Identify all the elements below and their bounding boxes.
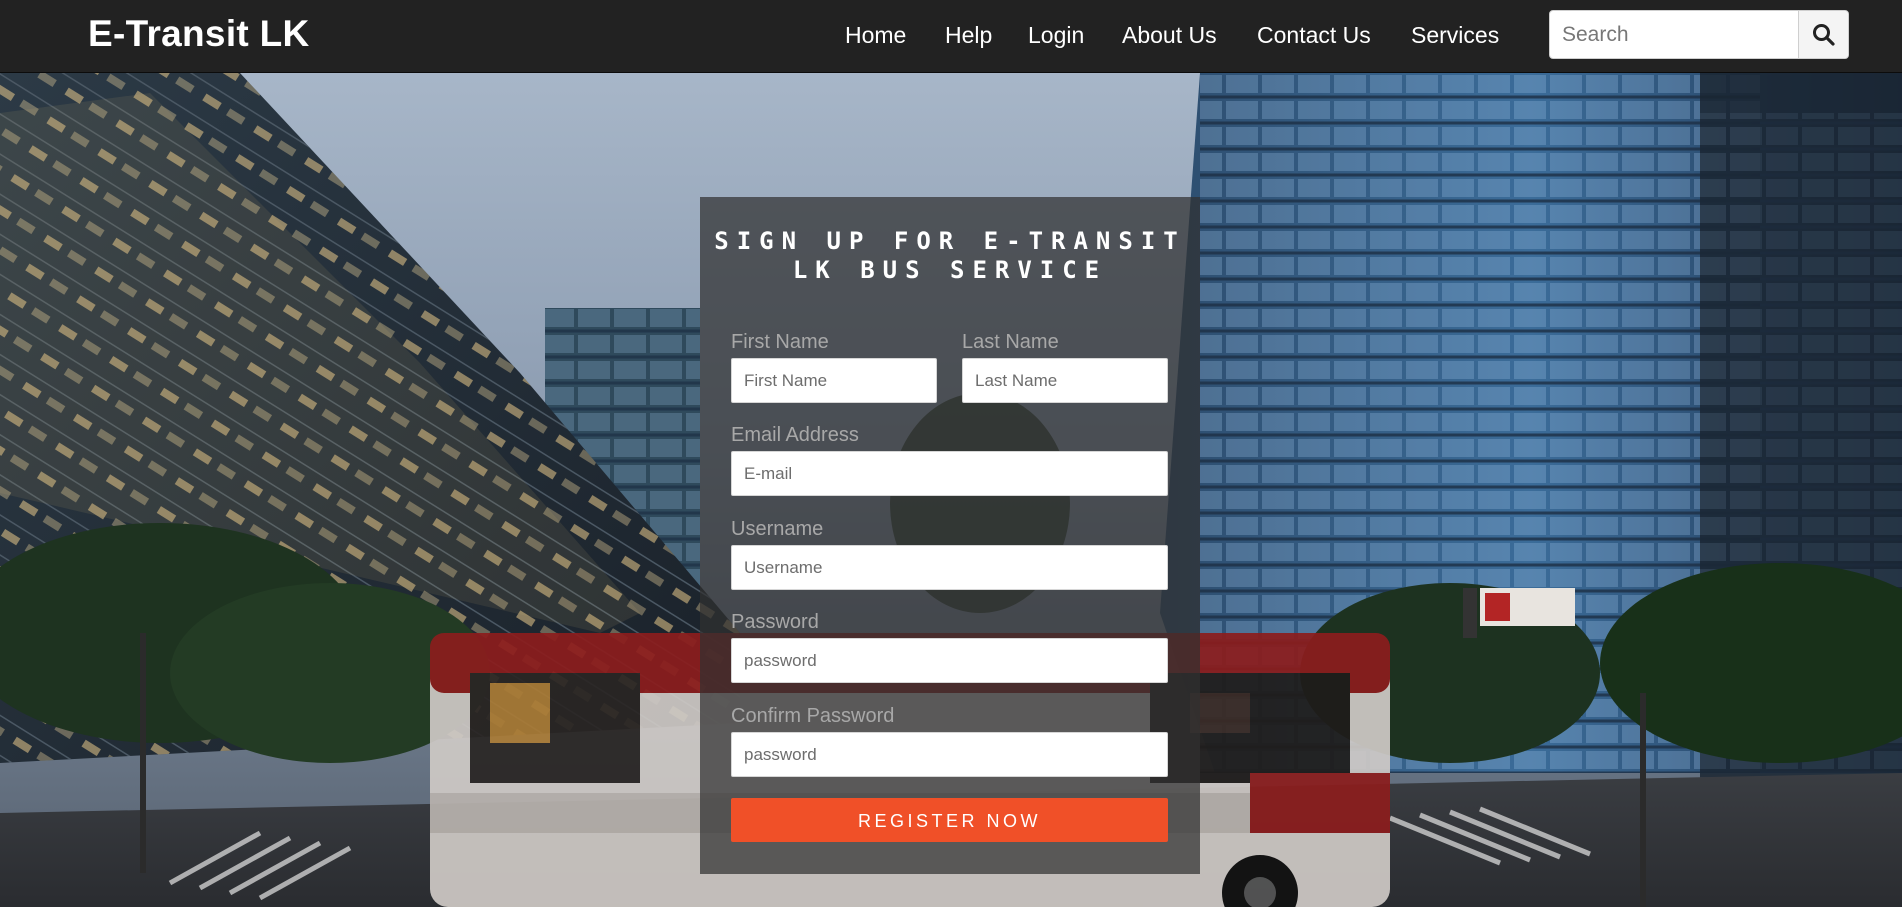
confirm-password-field[interactable] [731, 732, 1168, 777]
first-name-label: First Name [731, 331, 829, 353]
search-icon [1813, 24, 1835, 46]
search-button[interactable] [1798, 11, 1848, 58]
top-navbar: E-Transit LK Home Help Login About Us Co… [0, 0, 1902, 73]
password-label: Password [731, 611, 819, 633]
signup-panel: SIGN UP FOR E-TRANSIT LK BUS SERVICE Fir… [700, 197, 1200, 874]
signup-title-line2: LK BUS SERVICE [792, 256, 1108, 284]
brand-logo[interactable]: E-Transit LK [88, 12, 310, 56]
last-name-field[interactable] [962, 358, 1168, 403]
email-label: Email Address [731, 424, 859, 446]
nav-contact-us[interactable]: Contact Us [1257, 20, 1371, 50]
last-name-label: Last Name [962, 331, 1059, 353]
nav-about-us[interactable]: About Us [1122, 20, 1217, 50]
signup-title-line1: SIGN UP FOR E-TRANSIT [714, 227, 1186, 255]
nav-services[interactable]: Services [1411, 20, 1499, 50]
search-input[interactable] [1550, 11, 1800, 58]
first-name-field[interactable] [731, 358, 937, 403]
confirm-password-label: Confirm Password [731, 705, 895, 727]
nav-login[interactable]: Login [1028, 20, 1084, 50]
nav-help[interactable]: Help [945, 20, 992, 50]
username-label: Username [731, 518, 824, 540]
search-box [1549, 10, 1849, 59]
register-now-button[interactable]: REGISTER NOW [731, 798, 1168, 842]
username-field[interactable] [731, 545, 1168, 590]
nav-home[interactable]: Home [845, 20, 906, 50]
signup-title: SIGN UP FOR E-TRANSIT LK BUS SERVICE [700, 227, 1200, 285]
password-field[interactable] [731, 638, 1168, 683]
email-field[interactable] [731, 451, 1168, 496]
